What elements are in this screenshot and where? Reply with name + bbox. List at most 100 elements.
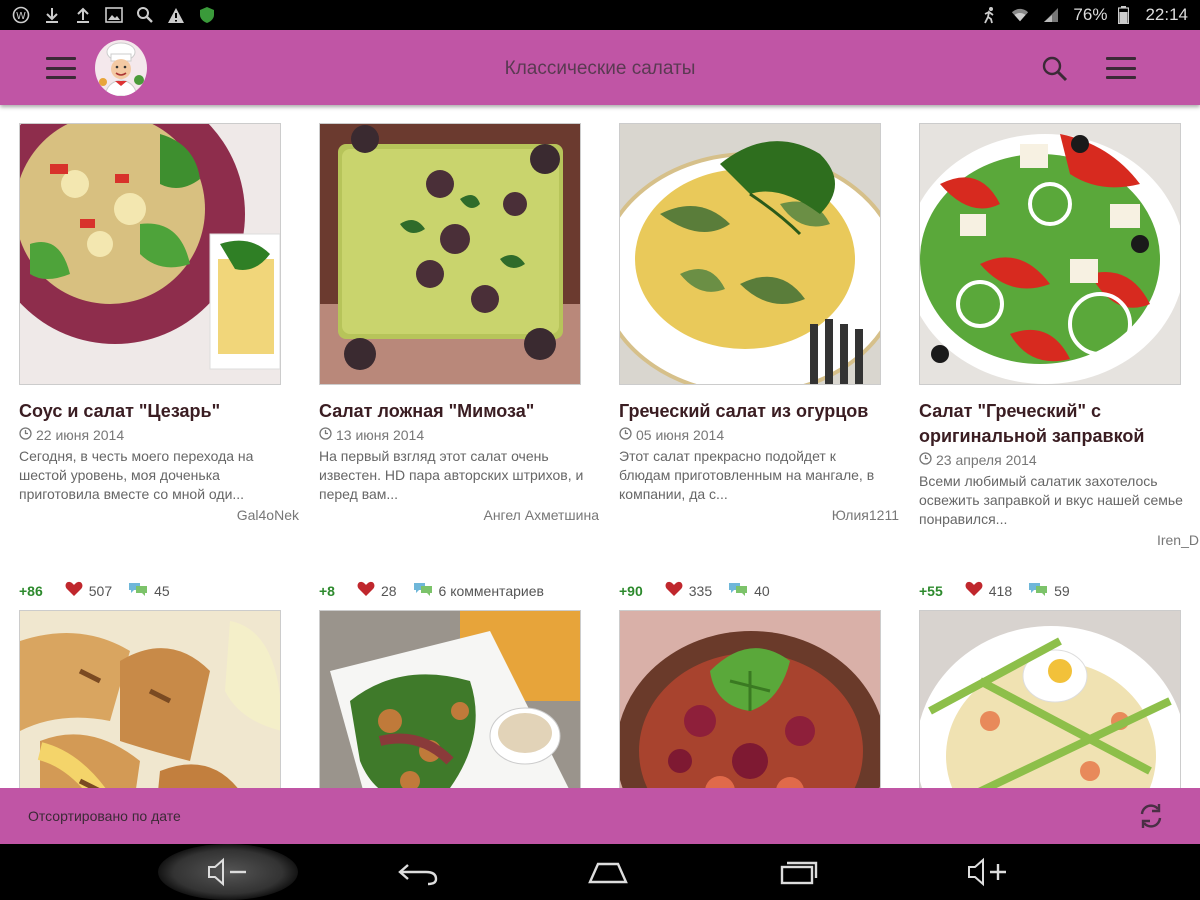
shield-icon <box>198 6 216 24</box>
comments-count: 6 комментариев <box>438 582 544 599</box>
app-bar: Классические салаты <box>0 30 1200 105</box>
recipe-title[interactable]: Греческий салат из огурцов <box>619 399 899 424</box>
recipe-image[interactable] <box>919 123 1181 385</box>
warning-icon <box>167 6 185 24</box>
clock-icon <box>319 427 332 443</box>
recipe-author[interactable]: Юлия1211 <box>619 507 899 523</box>
search-icon[interactable] <box>1040 54 1070 84</box>
heart-icon <box>965 581 983 600</box>
recipe-image[interactable] <box>619 610 881 788</box>
recipe-stats: +55 418 59 <box>919 581 1070 600</box>
recipe-author[interactable]: Iren_D <box>919 532 1199 548</box>
comments-count: 40 <box>754 582 770 599</box>
comments[interactable]: 6 комментариев <box>413 581 544 600</box>
recipe-rating: +8 <box>319 582 335 599</box>
recipe-author[interactable]: Gal4oNek <box>19 507 299 523</box>
recipe-image[interactable] <box>19 610 281 788</box>
recipe-card[interactable] <box>319 610 599 788</box>
likes-count: 507 <box>88 582 113 599</box>
clock-icon <box>19 427 32 443</box>
clock-icon <box>919 452 932 468</box>
likes-count: 335 <box>688 582 713 599</box>
recipe-card[interactable]: Салат "Греческий" с оригинальной заправк… <box>919 123 1199 599</box>
likes[interactable]: 28 <box>357 581 397 600</box>
recipe-card[interactable]: Соус и салат "Цезарь" 22 июня 2014 Сегод… <box>19 123 299 599</box>
recipe-stats: +86 507 45 <box>19 581 170 600</box>
recipe-description: На первый взгляд этот салат очень извест… <box>319 448 584 502</box>
heart-icon <box>665 581 683 600</box>
comments[interactable]: 45 <box>128 581 170 600</box>
likes[interactable]: 418 <box>965 581 1012 600</box>
recipe-date-text: 22 июня 2014 <box>36 427 125 443</box>
recipe-image[interactable] <box>19 123 281 385</box>
app-notification-icon: W <box>12 6 30 24</box>
refresh-icon[interactable] <box>1136 801 1166 831</box>
recipe-date: 23 апреля 2014 <box>919 452 1199 468</box>
recipe-title[interactable]: Салат ложная "Мимоза" <box>319 399 599 424</box>
comments-count: 45 <box>154 582 170 599</box>
comment-icon <box>1028 581 1048 600</box>
recipe-grid: Соус и салат "Цезарь" 22 июня 2014 Сегод… <box>0 105 1200 788</box>
recipe-image[interactable] <box>919 610 1181 788</box>
recipe-date: 22 июня 2014 <box>19 427 299 443</box>
search-notification-icon <box>136 6 154 24</box>
comments[interactable]: 40 <box>728 581 770 600</box>
page-title: Классические салаты <box>504 58 696 79</box>
likes-count: 418 <box>988 582 1013 599</box>
recipe-card[interactable] <box>919 610 1199 788</box>
hamburger-icon[interactable] <box>46 57 76 79</box>
heart-icon <box>65 581 83 600</box>
download-icon <box>43 6 61 24</box>
recipe-card[interactable] <box>19 610 299 788</box>
sort-bar: Отсортировано по дате <box>0 788 1200 844</box>
sort-label[interactable]: Отсортировано по дате <box>28 808 181 824</box>
recipe-image[interactable] <box>619 123 881 385</box>
volume-up-icon[interactable] <box>958 852 1018 892</box>
recipe-stats: +8 28 6 комментариев <box>319 581 544 600</box>
menu-icon[interactable] <box>1106 57 1136 79</box>
status-bar: W 76% 22:14 <box>0 0 1200 30</box>
comment-icon <box>728 581 748 600</box>
heart-icon <box>357 581 375 600</box>
recipe-title[interactable]: Соус и салат "Цезарь" <box>19 399 299 424</box>
chef-logo[interactable] <box>95 40 147 96</box>
recipe-card[interactable] <box>619 610 899 788</box>
comments-count: 59 <box>1054 582 1070 599</box>
recipe-description: Сегодня, в честь моего перехода на шесто… <box>19 448 254 502</box>
image-icon <box>105 6 123 24</box>
recipe-date: 05 июня 2014 <box>619 427 899 443</box>
likes[interactable]: 507 <box>65 581 112 600</box>
clock-icon <box>619 427 632 443</box>
recipe-date: 13 июня 2014 <box>319 427 599 443</box>
back-icon[interactable] <box>388 852 448 892</box>
status-icons-right: 76% 22:14 <box>980 5 1188 25</box>
recipe-description: Всеми любимый салатик захотелось освежит… <box>919 473 1183 527</box>
comments[interactable]: 59 <box>1028 581 1070 600</box>
recipe-author[interactable]: Ангел Ахметшина <box>319 507 599 523</box>
recipe-image[interactable] <box>319 123 581 385</box>
likes-count: 28 <box>380 582 397 599</box>
battery-icon <box>1114 6 1132 24</box>
recipe-title[interactable]: Салат "Греческий" с оригинальной заправк… <box>919 399 1199 449</box>
battery-percent: 76% <box>1073 5 1108 24</box>
comment-icon <box>128 581 148 600</box>
recipe-description: Этот салат прекрасно подойдет к блюдам п… <box>619 448 875 502</box>
recipe-rating: +55 <box>919 582 943 599</box>
comment-icon <box>413 581 433 600</box>
recipe-card[interactable]: Греческий салат из огурцов 05 июня 2014 … <box>619 123 899 599</box>
svg-text:W: W <box>16 11 26 22</box>
likes[interactable]: 335 <box>665 581 712 600</box>
recipe-rating: +86 <box>19 582 43 599</box>
volume-down-icon[interactable] <box>198 852 258 892</box>
status-time: 22:14 <box>1145 5 1188 24</box>
recipe-image[interactable] <box>319 610 581 788</box>
recents-icon[interactable] <box>768 852 828 892</box>
recipe-card[interactable]: Салат ложная "Мимоза" 13 июня 2014 На пе… <box>319 123 599 599</box>
wifi-icon <box>1011 6 1029 24</box>
status-icons-left: W <box>12 6 216 24</box>
recipe-stats: +90 335 40 <box>619 581 770 600</box>
home-icon[interactable] <box>578 852 638 892</box>
system-nav-bar <box>0 844 1200 900</box>
recipe-rating: +90 <box>619 582 643 599</box>
recipe-date-text: 13 июня 2014 <box>336 427 425 443</box>
